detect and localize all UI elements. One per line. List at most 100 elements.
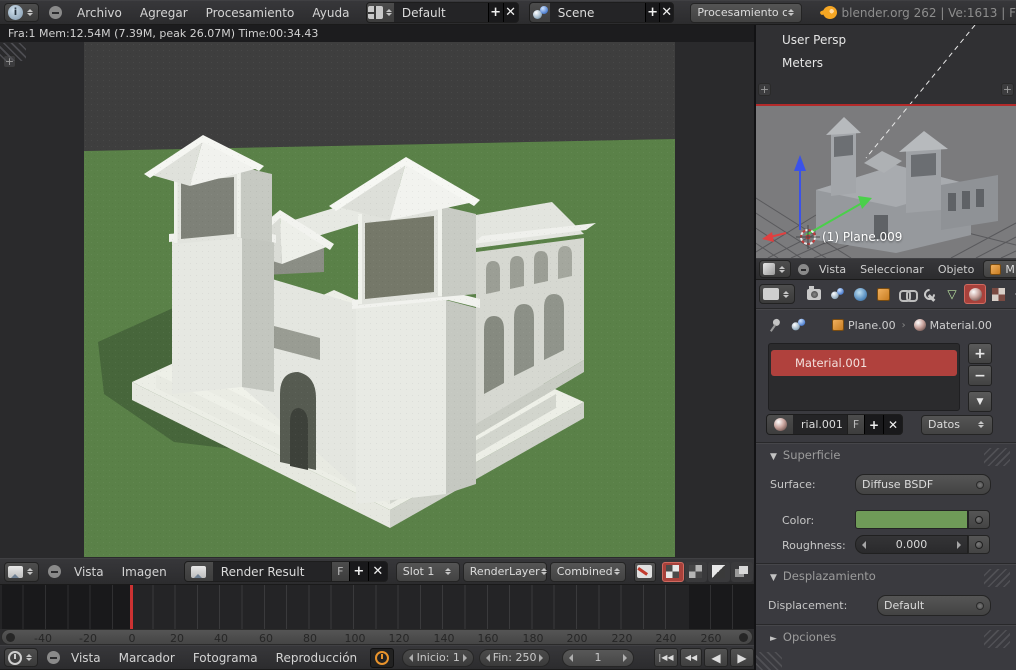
color-swatch[interactable] [855,510,968,529]
increment-arrow-icon[interactable] [623,654,631,662]
panel-header-superficie[interactable]: ▼Superficie [770,448,840,462]
collapse-menus-icon[interactable] [48,565,61,578]
menu-vista[interactable]: Vista [812,263,853,276]
new-image-button[interactable]: + [349,562,368,582]
menu-procesamiento[interactable]: Procesamiento [197,6,304,20]
add-scene-button[interactable]: + [645,3,659,23]
menu-archivo[interactable]: Archivo [68,6,131,20]
unlink-material-button[interactable]: ✕ [883,415,902,435]
menu-vista[interactable]: Vista [65,565,113,579]
menu-imagen[interactable]: Imagen [113,565,176,579]
tab-scene[interactable] [826,284,848,304]
jump-to-start-button[interactable]: |◀◀ [654,648,678,667]
add-slot-button[interactable]: + [968,343,992,364]
menu-fotograma[interactable]: Fotograma [184,651,267,665]
increment-arrow-icon[interactable] [463,654,471,662]
decrement-arrow-icon[interactable] [565,654,573,662]
menu-objeto[interactable]: Objeto [931,263,982,276]
breadcrumb-object[interactable]: Plane.00 [848,319,896,332]
unlink-image-button[interactable]: ✕ [368,562,387,582]
fake-user-button[interactable]: F [847,415,864,435]
slot-dropdown[interactable]: Slot 1 [396,562,460,582]
editor-type-selector[interactable] [4,648,38,667]
channel-alpha-button[interactable] [708,562,730,582]
color-node-button[interactable] [968,510,990,529]
roughness-slider[interactable]: 0.000 [855,535,968,554]
tab-object-data[interactable]: ▽ [941,284,963,304]
node-socket-icon[interactable] [976,602,984,610]
renderpass-dropdown[interactable]: Combined [550,562,626,582]
region-expand-icon[interactable]: + [1001,83,1014,96]
tab-modifiers[interactable] [918,284,940,304]
menu-reproduccion[interactable]: Reproducción [267,651,367,665]
timeline-scrollbar[interactable]: -40 -20 0 20 40 60 80 100 120 140 160 18… [1,629,753,645]
panel-drag-widget[interactable] [984,630,1010,648]
material-slot-list[interactable]: Material.001 [768,343,960,411]
image-name[interactable]: Render Result [213,562,331,582]
roughness-node-button[interactable] [968,535,990,554]
increment-arrow-icon[interactable] [539,654,547,662]
collapse-menus-icon[interactable] [798,264,809,275]
image-datablock[interactable]: Render Result F + ✕ [184,561,388,582]
tab-render[interactable] [803,284,825,304]
menu-agregar[interactable]: Agregar [131,6,197,20]
add-layout-button[interactable]: + [488,3,503,23]
decrement-arrow-icon[interactable] [482,654,490,662]
remove-slot-button[interactable]: − [968,365,992,386]
render-engine-dropdown[interactable]: Procesamiento c [690,3,802,23]
play-reverse-button[interactable]: ◀ [704,648,728,667]
region-expand-icon[interactable]: + [758,83,771,96]
increment-arrow-icon[interactable] [957,541,965,549]
scene-name[interactable]: Scene [550,3,645,23]
menu-marcador[interactable]: Marcador [110,651,184,665]
channel-color-button[interactable] [662,562,684,582]
area-resize-corner[interactable] [756,652,782,670]
pin-icon[interactable] [765,316,783,334]
play-button[interactable]: ▶ [730,648,754,667]
draw-mode-button[interactable] [634,562,656,582]
close-scene-button[interactable]: ✕ [659,3,673,23]
mode-dropdown[interactable]: M [983,260,1016,278]
panel-drag-widget[interactable] [984,569,1010,587]
screen-layout-selector[interactable]: Default + ✕ [366,2,518,23]
end-frame-field[interactable]: Fin: 250 [479,649,550,667]
scene-selector[interactable]: Scene + ✕ [529,2,675,23]
renderlayer-dropdown[interactable]: RenderLayer [463,562,547,582]
channel-color-alpha-button[interactable] [685,562,707,582]
tab-material[interactable] [964,284,986,304]
displacement-dropdown[interactable]: Default [877,595,991,616]
breadcrumb-material[interactable]: Material.00 [930,319,992,332]
collapse-menus-icon[interactable] [47,651,60,664]
tab-texture[interactable] [987,284,1009,304]
tab-object[interactable] [872,284,894,304]
menu-vista[interactable]: Vista [62,651,110,665]
scene-browse-button[interactable] [530,3,550,23]
tab-particles[interactable] [1010,284,1016,304]
start-frame-field[interactable]: Inicio: 1 [402,649,474,667]
image-browse-button[interactable] [185,562,213,582]
panel-header-opciones[interactable]: ►Opciones [770,630,836,644]
tab-world[interactable] [849,284,871,304]
close-layout-button[interactable]: ✕ [503,3,518,23]
channel-z-button[interactable] [731,562,753,582]
screen-layout-name[interactable]: Default [394,3,488,23]
decrement-arrow-icon[interactable] [858,541,866,549]
timeline-track[interactable] [0,585,754,629]
playhead[interactable] [130,585,133,629]
fake-user-button[interactable]: F [331,562,349,582]
previous-keyframe-button[interactable]: ◀◀ [680,648,702,667]
time-sync-toggle[interactable] [370,648,394,668]
material-browse-button[interactable] [767,415,793,435]
node-socket-icon[interactable] [976,481,984,489]
editor-type-selector[interactable] [759,260,791,278]
decrement-arrow-icon[interactable] [405,654,413,662]
editor-type-selector[interactable] [4,562,39,582]
material-slot-selected[interactable]: Material.001 [771,350,957,376]
material-name-field[interactable]: rial.001 [793,415,847,435]
viewport-3d[interactable]: User Persp Meters (1) Plane.009 + + [756,25,1016,258]
link-mode-dropdown[interactable]: Datos [921,415,993,435]
editor-type-selector[interactable]: i [4,3,39,22]
panel-drag-widget[interactable] [984,448,1010,466]
area-resize-corner[interactable] [0,43,26,61]
surface-dropdown[interactable]: Diffuse BSDF [855,474,991,495]
